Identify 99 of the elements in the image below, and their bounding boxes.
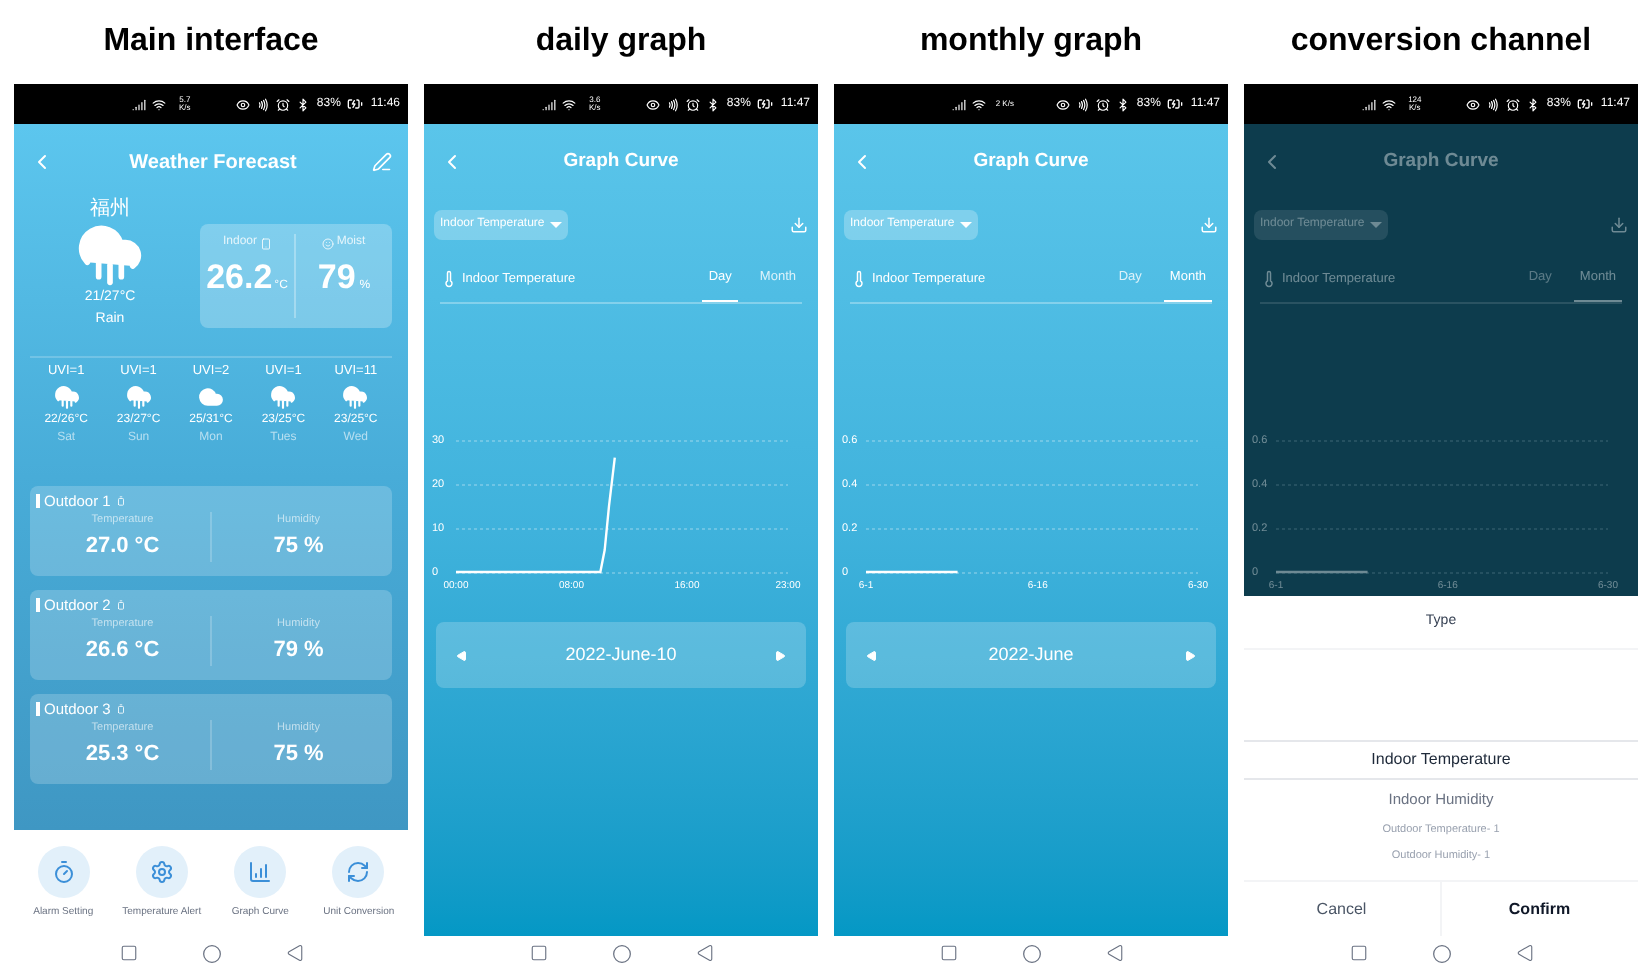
alarm-icon <box>1096 97 1111 111</box>
eye-icon <box>1056 97 1071 111</box>
next-button[interactable] <box>773 649 786 661</box>
back-icon[interactable] <box>1515 944 1533 962</box>
home-icon[interactable] <box>1021 943 1041 963</box>
outdoor-temperature: 27.0 °C <box>85 531 160 561</box>
rain-cloud-icon <box>125 383 152 410</box>
battery-icon <box>346 96 365 112</box>
timer-icon <box>51 859 76 884</box>
wifi-icon <box>1382 97 1397 111</box>
caption: conversion channel <box>1290 22 1592 62</box>
outdoor-temperature: 26.6 °C <box>85 635 160 665</box>
data-line <box>1276 570 1368 574</box>
next-button[interactable] <box>1183 649 1196 661</box>
rain-cloud-icon <box>342 383 369 410</box>
wifi-icon <box>152 97 167 111</box>
battery-icon <box>116 598 127 613</box>
screen-title: Graph Curve <box>1381 147 1501 176</box>
eye-icon <box>1466 97 1481 111</box>
battery-icon <box>1166 96 1185 112</box>
alarm-icon <box>276 97 291 111</box>
battery-icon <box>1576 96 1595 112</box>
signal-icon <box>952 97 967 111</box>
home-icon[interactable] <box>611 943 631 963</box>
outdoor-humidity: 79 % <box>273 635 324 665</box>
action-button[interactable] <box>37 845 90 898</box>
previous-button[interactable] <box>456 649 468 661</box>
recent-apps-icon[interactable] <box>1349 944 1367 962</box>
home-icon[interactable] <box>201 943 221 963</box>
thermometer-icon <box>440 268 458 290</box>
recent-apps-icon[interactable] <box>119 944 137 962</box>
battery-icon <box>116 494 127 509</box>
eye-icon <box>646 97 661 111</box>
download-button[interactable] <box>1610 216 1628 234</box>
bluetooth-icon <box>296 97 311 111</box>
alarm-icon <box>1506 97 1521 111</box>
marker-bar <box>36 702 40 717</box>
home-icon[interactable] <box>1431 943 1451 963</box>
signal-icon <box>1362 97 1377 111</box>
action-button[interactable] <box>332 845 385 898</box>
thermometer-icon <box>850 268 868 290</box>
caret-icon <box>550 222 563 228</box>
outdoor-temperature: 25.3 °C <box>85 739 160 769</box>
caption: daily graph <box>535 22 707 62</box>
smile-icon <box>322 237 335 249</box>
nfc-icon <box>1076 97 1091 111</box>
thermometer-icon <box>1260 268 1278 290</box>
back-icon[interactable] <box>695 944 713 962</box>
marker-bar <box>36 598 40 613</box>
date-label: 2022-June-10 <box>565 641 677 668</box>
indoor-temperature: 26.2 <box>206 260 273 294</box>
wifi-icon <box>562 97 577 111</box>
outdoor-humidity: 75 % <box>273 739 324 769</box>
indoor-humidity: 79 <box>317 260 356 294</box>
screen-title: Weather Forecast <box>129 149 297 177</box>
refresh-icon <box>346 859 371 884</box>
outdoor-humidity: 75 % <box>273 531 324 561</box>
confirm-button[interactable]: Confirm <box>1441 882 1638 936</box>
caption: monthly graph <box>919 22 1143 62</box>
bluetooth-icon <box>1116 97 1131 111</box>
nfc-icon <box>1486 97 1501 111</box>
download-button[interactable] <box>1200 216 1218 234</box>
action-button[interactable] <box>135 845 188 898</box>
caret-icon <box>1370 222 1383 228</box>
signal-icon <box>542 97 557 111</box>
rain-cloud-icon <box>270 383 297 410</box>
battery-icon <box>756 96 775 112</box>
recent-apps-icon[interactable] <box>529 944 547 962</box>
wifi-icon <box>972 97 987 111</box>
recent-apps-icon[interactable] <box>939 944 957 962</box>
bluetooth-icon <box>706 97 721 111</box>
nfc-icon <box>666 97 681 111</box>
screen-title: Graph Curve <box>971 147 1091 176</box>
marker-bar <box>36 494 40 509</box>
picker-option[interactable]: Indoor Temperature <box>1244 740 1638 780</box>
edit-button[interactable] <box>372 152 392 172</box>
caret-icon <box>960 222 973 228</box>
rain-cloud-icon <box>76 220 144 288</box>
back-icon[interactable] <box>285 944 303 962</box>
battery-icon <box>116 702 127 717</box>
caption: Main interface <box>103 22 319 62</box>
eye-icon <box>236 97 251 111</box>
city-name: 福州 <box>90 200 130 220</box>
alarm-icon <box>686 97 701 111</box>
phone-icon <box>259 237 271 249</box>
screen-title: Graph Curve <box>561 147 681 176</box>
download-button[interactable] <box>790 216 808 234</box>
back-icon[interactable] <box>1105 944 1123 962</box>
rain-cloud-icon <box>53 383 80 410</box>
nfc-icon <box>256 97 271 111</box>
bluetooth-icon <box>1526 97 1541 111</box>
date-label: 2022-June <box>988 641 1074 668</box>
gear-icon <box>149 859 174 884</box>
data-line <box>866 570 958 574</box>
previous-button[interactable] <box>866 649 878 661</box>
action-button[interactable] <box>234 845 287 898</box>
cloud-icon <box>197 383 224 410</box>
signal-icon <box>132 97 147 111</box>
bar-chart-icon <box>248 859 273 884</box>
